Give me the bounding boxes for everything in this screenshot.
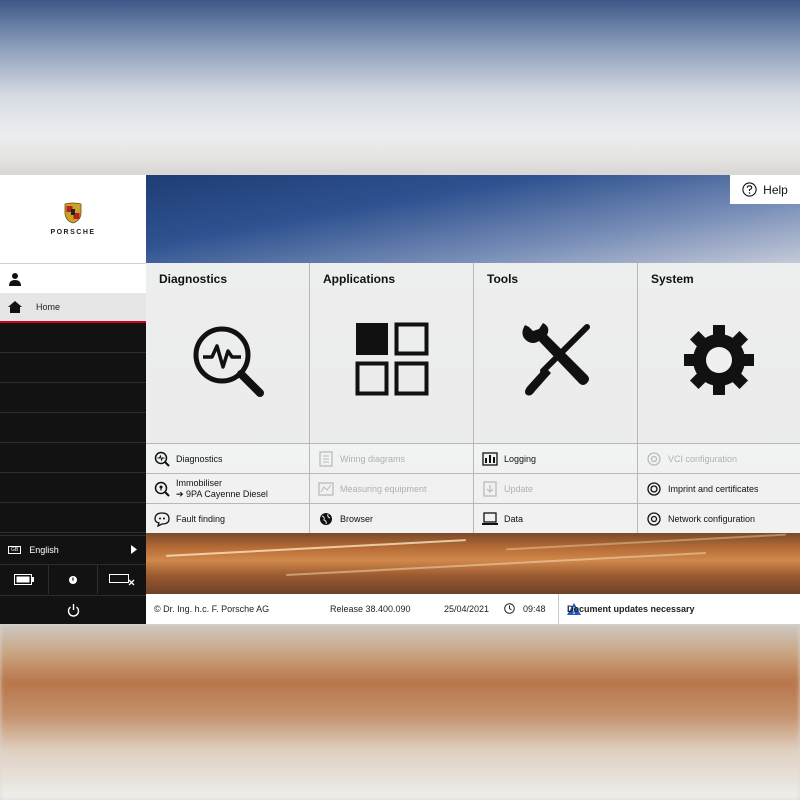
column-system: System VCI configuration Imprint and cer…: [638, 263, 800, 533]
link-imprint-certificates[interactable]: Imprint and certificates: [638, 473, 800, 503]
language-selector[interactable]: GB English: [0, 535, 146, 563]
release-text: Release 38.400.090: [330, 604, 411, 614]
link-label: Network configuration: [668, 513, 756, 524]
date-text: 25/04/2021: [444, 604, 490, 614]
info-status[interactable]: [49, 565, 98, 594]
power-button[interactable]: [0, 595, 146, 624]
background-road: [0, 624, 800, 800]
language-label: English: [29, 544, 59, 555]
tile-system[interactable]: System: [638, 263, 800, 443]
sidebar-empty-slot: [0, 353, 146, 383]
clock-icon: [504, 603, 515, 614]
link-sublabel: ➔ 9PA Cayenne Diesel: [176, 488, 268, 499]
vci-disconnected-icon: [109, 573, 135, 585]
user-button[interactable]: [0, 263, 146, 293]
help-icon: [742, 182, 757, 197]
user-icon: [9, 272, 21, 286]
sidebar-empty-slot: [0, 413, 146, 443]
tile-title: Applications: [323, 272, 396, 286]
road-background-strip: [146, 533, 800, 594]
status-bar: [0, 564, 146, 594]
link-label: Update: [504, 483, 534, 494]
tile-title: Diagnostics: [159, 272, 228, 286]
diagnostics-icon: [154, 451, 170, 467]
link-fault-finding[interactable]: Fault finding: [146, 503, 309, 533]
sidebar-empty-slot: [0, 503, 146, 533]
link-label: VCI configuration: [668, 453, 738, 464]
time-text: 09:48: [523, 604, 546, 614]
sidebar-item-home[interactable]: Home: [0, 293, 146, 323]
column-tools: Tools Logging Update Data: [474, 263, 638, 533]
link-data[interactable]: Data: [474, 503, 637, 533]
link-browser[interactable]: Browser: [310, 503, 473, 533]
header-banner: Help: [146, 175, 800, 263]
vci-status[interactable]: [98, 565, 146, 594]
link-label: Measuring equipment: [340, 483, 427, 494]
link-diagnostics[interactable]: Diagnostics: [146, 443, 309, 473]
fault-finding-icon: [154, 511, 170, 527]
brand-wordmark: PORSCHE: [50, 229, 96, 236]
vci-icon: [647, 451, 661, 466]
logging-icon: [482, 451, 498, 466]
tools-wrench-screwdriver-icon: [521, 323, 590, 396]
tile-diagnostics[interactable]: Diagnostics: [146, 263, 309, 443]
main-panel: Diagnostics Diagnostics Immobiliser ➔ 9P…: [146, 263, 800, 533]
link-label: Diagnostics: [176, 453, 223, 464]
battery-icon: [14, 574, 34, 585]
link-wiring-diagrams[interactable]: Wiring diagrams: [310, 443, 473, 473]
power-icon: [67, 603, 79, 617]
globe-icon: [320, 512, 332, 525]
diagnostics-magnifier-icon: [193, 326, 264, 397]
app-window: PORSCHE Home GB English Help Diagnostics…: [0, 175, 800, 624]
home-icon: [8, 301, 22, 313]
link-label: Immobiliser: [176, 477, 223, 488]
sidebar-empty-slot: [0, 473, 146, 503]
tile-applications[interactable]: Applications: [310, 263, 473, 443]
measuring-icon: [318, 481, 334, 496]
porsche-crest-icon: [64, 202, 82, 224]
link-update[interactable]: Update: [474, 473, 637, 503]
document-update-notice[interactable]: Document updates necessary: [558, 594, 800, 624]
footer-bar: © Dr. Ing. h.c. F. Porsche AG Release 38…: [146, 594, 800, 624]
sidebar-item-label: Home: [36, 302, 61, 312]
notice-text: Document updates necessary: [567, 604, 695, 614]
copyright-text: © Dr. Ing. h.c. F. Porsche AG: [154, 604, 270, 614]
chevron-right-icon: [131, 545, 137, 554]
data-icon: [482, 511, 498, 525]
sidebar-empty-slot: [0, 383, 146, 413]
column-diagnostics: Diagnostics Diagnostics Immobiliser ➔ 9P…: [146, 263, 310, 533]
link-label: Imprint and certificates: [668, 483, 759, 494]
link-label: Fault finding: [176, 513, 226, 524]
help-label: Help: [763, 182, 788, 197]
tile-title: Tools: [487, 272, 519, 286]
link-label: Browser: [340, 513, 374, 524]
brand-logo: PORSCHE: [0, 175, 146, 263]
imprint-icon: [647, 481, 661, 496]
system-gear-icon: [684, 325, 754, 395]
link-label: Logging: [504, 453, 537, 464]
help-button[interactable]: Help: [730, 175, 800, 204]
tile-title: System: [651, 272, 694, 286]
link-network-configuration[interactable]: Network configuration: [638, 503, 800, 533]
network-icon: [647, 511, 661, 526]
update-icon: [483, 480, 497, 497]
sidebar: PORSCHE Home GB English: [0, 175, 146, 624]
column-applications: Applications Wiring diagrams Measuring e…: [310, 263, 474, 533]
wiring-icon: [319, 450, 333, 467]
link-immobiliser[interactable]: Immobiliser ➔ 9PA Cayenne Diesel: [146, 473, 309, 503]
info-icon: [69, 575, 77, 584]
sidebar-empty-slot: [0, 323, 146, 353]
link-measuring-equipment[interactable]: Measuring equipment: [310, 473, 473, 503]
immobiliser-icon: [154, 481, 170, 497]
link-logging[interactable]: Logging: [474, 443, 637, 473]
battery-status[interactable]: [0, 565, 49, 594]
link-label: Wiring diagrams: [340, 453, 406, 464]
tile-tools[interactable]: Tools: [474, 263, 637, 443]
link-label: Data: [504, 513, 524, 524]
link-vci-configuration[interactable]: VCI configuration: [638, 443, 800, 473]
sidebar-empty-slot: [0, 443, 146, 473]
language-code: GB: [8, 545, 22, 554]
applications-grid-icon: [355, 322, 428, 396]
